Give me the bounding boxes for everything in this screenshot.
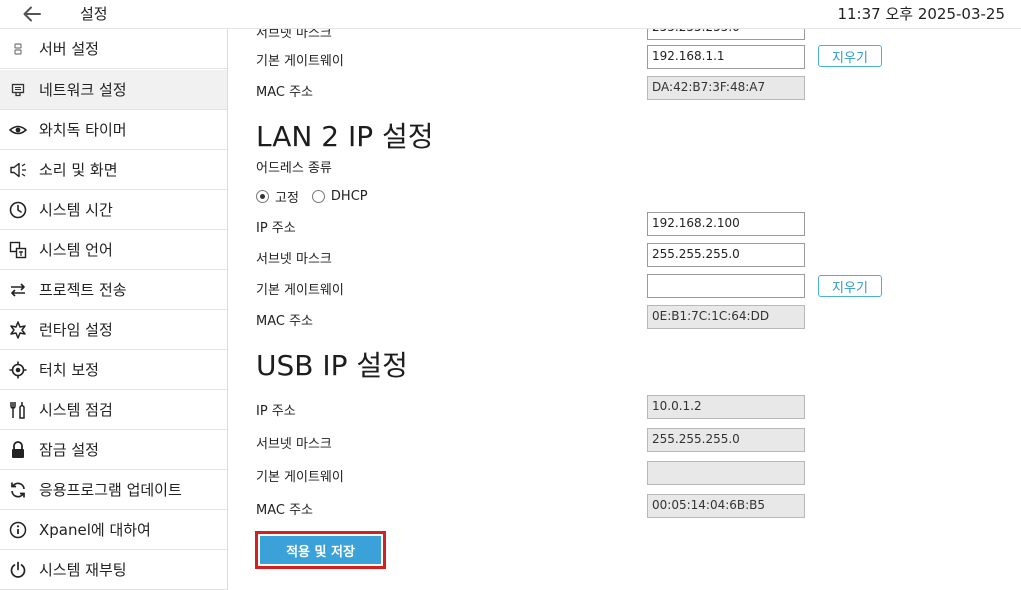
- page-title: 설정: [80, 5, 108, 23]
- lock-icon: [8, 440, 28, 460]
- lan2-address-type-group: 고정 DHCP: [256, 187, 381, 206]
- lan2-ip-field[interactable]: 192.168.2.100: [647, 212, 805, 236]
- lan2-clear-gateway-button[interactable]: 지우기: [818, 275, 882, 297]
- sidebar-item-label: Xpanel에 대하여: [39, 521, 151, 539]
- target-icon: [8, 360, 28, 380]
- usb-mac-field: 00:05:14:04:6B:B5: [647, 494, 805, 518]
- usb-gateway-field: [647, 461, 805, 485]
- sidebar-item-project-transfer[interactable]: 프로젝트 전송: [0, 270, 227, 310]
- lan2-mac-field: 0E:B1:7C:1C:64:DD: [647, 305, 805, 329]
- apply-save-button[interactable]: 적용 및 저장: [260, 536, 381, 564]
- sidebar-item-language[interactable]: 시스템 언어: [0, 230, 227, 270]
- sidebar: 서버 설정 네트워크 설정 와치독 타이머 소리 및 화면 시스템 시간 시스템…: [0, 29, 228, 590]
- eye-icon: [8, 120, 28, 140]
- sidebar-item-label: 시스템 시간: [39, 201, 113, 219]
- lan2-gateway-field[interactable]: [647, 274, 805, 298]
- sidebar-item-system-check[interactable]: 시스템 점검: [0, 390, 227, 430]
- lan1-gateway-label: 기본 게이트웨이: [256, 54, 344, 69]
- sidebar-item-label: 소리 및 화면: [39, 161, 118, 179]
- lan1-gateway-field[interactable]: 192.168.1.1: [647, 45, 805, 69]
- usb-ip-field: 10.0.1.2: [647, 395, 805, 419]
- usb-section-title: USB IP 설정: [256, 349, 408, 382]
- lan1-mac-label: MAC 주소: [256, 85, 314, 100]
- refresh-icon: [8, 480, 28, 500]
- sidebar-item-server[interactable]: 서버 설정: [0, 29, 227, 69]
- sidebar-item-about[interactable]: Xpanel에 대하여: [0, 510, 227, 550]
- sidebar-item-sound[interactable]: 소리 및 화면: [0, 150, 227, 190]
- lan2-subnet-label: 서브넷 마스크: [256, 252, 332, 267]
- clock-text: 11:37 오후 2025-03-25: [837, 5, 1005, 23]
- back-button[interactable]: [16, 0, 48, 28]
- back-arrow-icon: [23, 6, 41, 22]
- sidebar-item-label: 시스템 점검: [39, 401, 113, 419]
- lan1-subnet-label: 서브넷 마스크: [256, 29, 332, 41]
- sidebar-item-label: 잠금 설정: [39, 441, 99, 459]
- usb-subnet-field: 255.255.255.0: [647, 428, 805, 452]
- sidebar-item-network[interactable]: 네트워크 설정: [0, 70, 227, 110]
- lan2-dhcp-option[interactable]: DHCP: [311, 189, 368, 204]
- transfer-arrows-icon: [8, 280, 28, 300]
- lan2-section-title: LAN 2 IP 설정: [256, 120, 434, 153]
- lan2-mac-label: MAC 주소: [256, 314, 314, 329]
- sidebar-item-lock[interactable]: 잠금 설정: [0, 430, 227, 470]
- radio-button[interactable]: [311, 190, 325, 203]
- sidebar-item-label: 런타임 설정: [39, 321, 113, 339]
- server-icon: [8, 39, 28, 59]
- apply-button-highlight: 적용 및 저장: [255, 531, 386, 569]
- sidebar-item-app-update[interactable]: 응용프로그램 업데이트: [0, 470, 227, 510]
- sidebar-item-runtime[interactable]: 런타임 설정: [0, 310, 227, 350]
- clock-icon: [8, 200, 28, 220]
- lan1-clear-gateway-button[interactable]: 지우기: [818, 45, 882, 67]
- usb-subnet-label: 서브넷 마스크: [256, 437, 332, 452]
- sidebar-item-label: 터치 보정: [39, 361, 99, 379]
- sidebar-item-label: 응용프로그램 업데이트: [39, 481, 182, 499]
- radio-button-checked[interactable]: [256, 190, 269, 203]
- sidebar-item-label: 서버 설정: [39, 40, 99, 58]
- speaker-icon: [8, 160, 28, 180]
- usb-mac-label: MAC 주소: [256, 503, 314, 518]
- network-icon: [8, 80, 28, 100]
- settings-content[interactable]: 서브넷 마스크 255.255.255.0 기본 게이트웨이 192.168.1…: [228, 29, 1021, 590]
- lan2-gateway-label: 기본 게이트웨이: [256, 283, 344, 298]
- sidebar-item-reboot[interactable]: 시스템 재부팅: [0, 550, 227, 590]
- sidebar-item-label: 시스템 언어: [39, 241, 113, 259]
- sidebar-item-label: 시스템 재부팅: [39, 561, 127, 579]
- lan1-mac-field: DA:42:B7:3F:48:A7: [647, 76, 805, 100]
- lan2-ip-label: IP 주소: [256, 221, 296, 236]
- runtime-icon: [8, 320, 28, 340]
- radio-label: 고정: [275, 191, 299, 206]
- lan1-subnet-field[interactable]: 255.255.255.0: [647, 29, 805, 40]
- lan2-static-option[interactable]: 고정: [256, 187, 299, 206]
- lan2-subnet-field[interactable]: 255.255.255.0: [647, 243, 805, 267]
- tools-icon: [8, 400, 28, 420]
- top-bar: 설정 11:37 오후 2025-03-25: [0, 0, 1021, 29]
- info-icon: [8, 520, 28, 540]
- usb-gateway-label: 기본 게이트웨이: [256, 470, 344, 485]
- radio-label: DHCP: [330, 189, 368, 204]
- sidebar-item-label: 프로젝트 전송: [39, 281, 127, 299]
- lan2-address-type-label: 어드레스 종류: [256, 161, 332, 176]
- usb-ip-label: IP 주소: [256, 404, 296, 419]
- translate-icon: [8, 240, 28, 260]
- power-icon: [8, 560, 28, 580]
- sidebar-item-touch-calibration[interactable]: 터치 보정: [0, 350, 227, 390]
- sidebar-item-label: 네트워크 설정: [39, 81, 127, 99]
- sidebar-item-watchdog[interactable]: 와치독 타이머: [0, 110, 227, 150]
- sidebar-item-time[interactable]: 시스템 시간: [0, 190, 227, 230]
- sidebar-item-label: 와치독 타이머: [39, 121, 127, 139]
